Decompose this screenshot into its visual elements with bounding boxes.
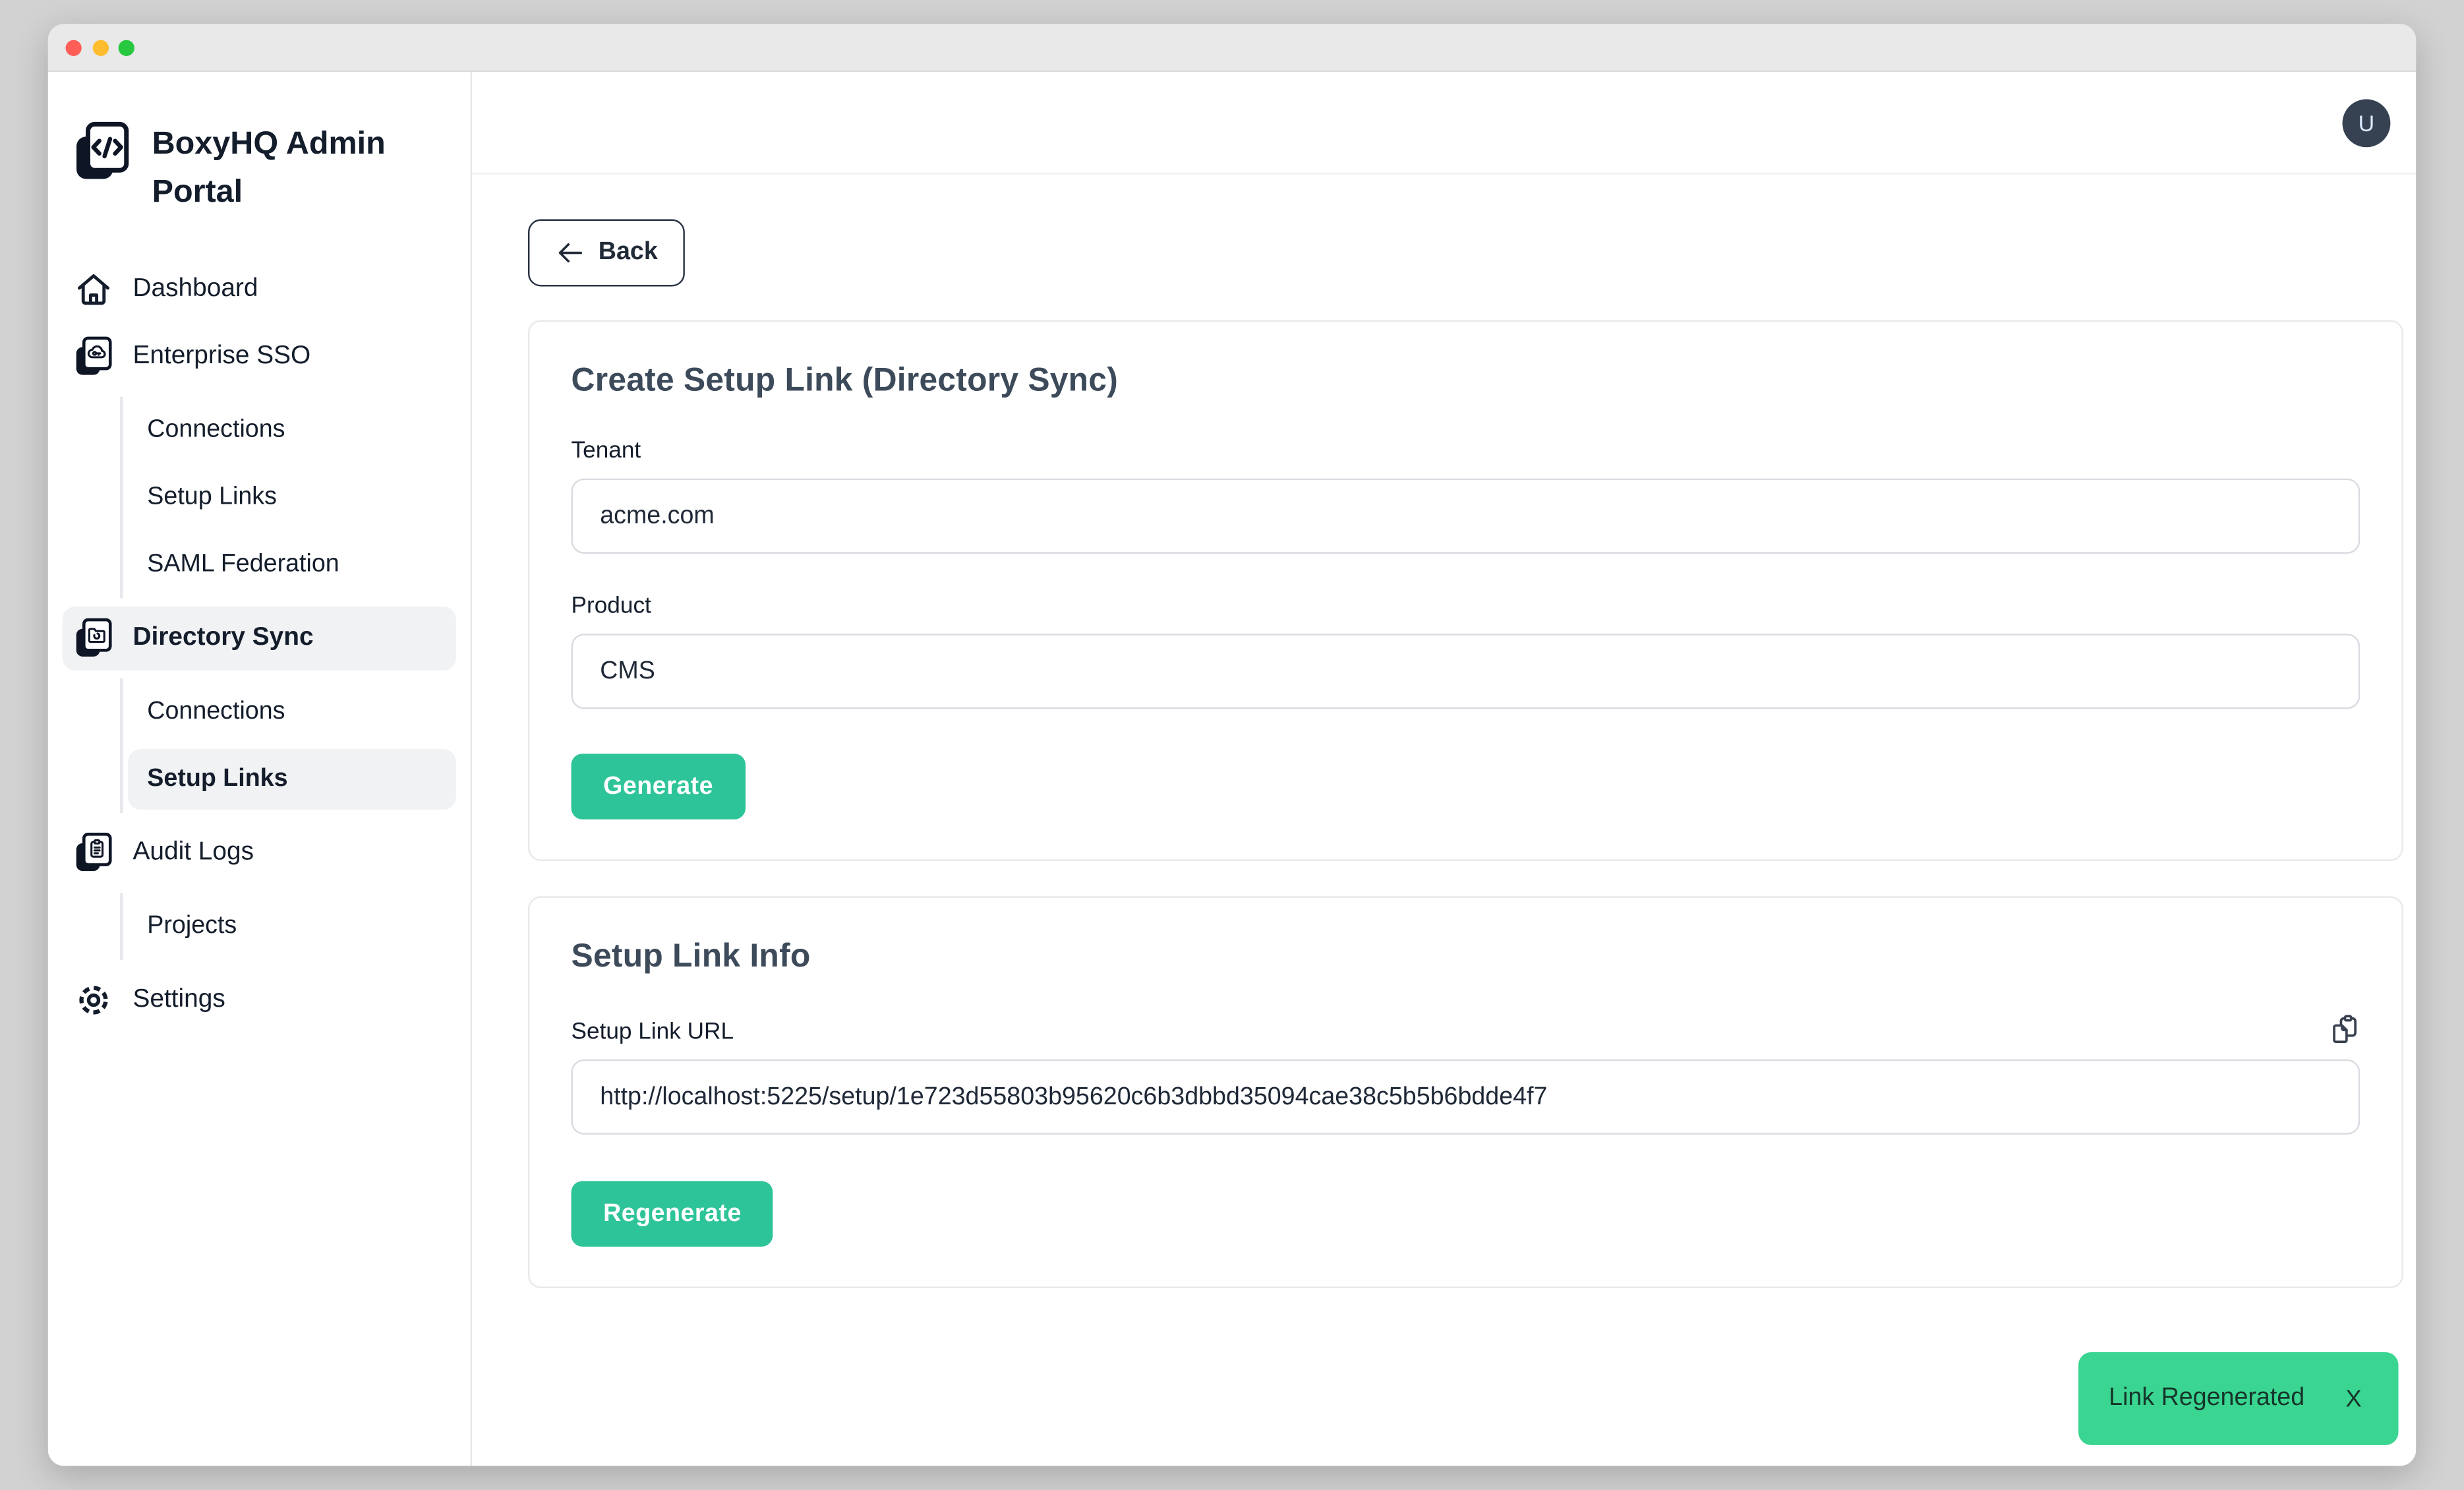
sidebar-item-dsync-connections[interactable]: Connections (128, 682, 456, 742)
toast-message: Link Regenerated (2109, 1385, 2304, 1414)
sidebar-item-directory-sync[interactable]: Directory Sync (63, 607, 456, 670)
boxyhq-logo-icon (74, 120, 131, 184)
settings-gear-icon (74, 981, 114, 1019)
product-input[interactable] (572, 634, 2361, 709)
traffic-light-minimize-icon[interactable] (92, 39, 108, 55)
sidebar-item-sso-connections[interactable]: Connections (128, 400, 456, 461)
window-body: BoxyHQ Admin Portal Dashboard (48, 72, 2416, 1466)
sidebar-item-label: Connections (147, 698, 285, 727)
sidebar-item-label: Connections (147, 416, 285, 445)
tenant-label: Tenant (572, 438, 2361, 464)
sidebar-item-label: Directory Sync (132, 624, 313, 653)
sidebar-item-settings[interactable]: Settings (63, 968, 456, 1032)
back-arrow-icon (555, 239, 584, 268)
sidebar-item-audit-logs[interactable]: Audit Logs (63, 821, 456, 885)
sidebar-item-label: SAML Federation (147, 551, 339, 580)
setup-link-url-input[interactable] (572, 1059, 2361, 1135)
setup-link-info-card: Setup Link Info Setup Link URL (528, 896, 2403, 1288)
sidebar-item-sso-setup-links[interactable]: Setup Links (128, 467, 456, 528)
avatar-initial: U (2359, 109, 2375, 135)
card-title: Create Setup Link (Directory Sync) (572, 362, 2361, 400)
sidebar-item-projects[interactable]: Projects (128, 896, 456, 957)
copy-icon (2330, 1015, 2360, 1045)
product-label: Product (572, 594, 2361, 620)
app-window: BoxyHQ Admin Portal Dashboard (48, 24, 2416, 1466)
traffic-light-close-icon[interactable] (66, 39, 82, 55)
desktop-background: BoxyHQ Admin Portal Dashboard (0, 0, 2464, 1490)
brand[interactable]: BoxyHQ Admin Portal (63, 113, 456, 216)
enterprise-sso-subnav: Connections Setup Links SAML Federation (120, 397, 456, 599)
sidebar-nav: Dashboard Enterprise SSO (63, 258, 456, 1036)
toast-close-button[interactable]: X (2345, 1385, 2361, 1412)
sidebar: BoxyHQ Admin Portal Dashboard (48, 72, 472, 1466)
back-button-label: Back (599, 239, 658, 268)
directory-sync-icon (74, 618, 114, 659)
top-header: U (472, 72, 2416, 174)
sidebar-item-label: Audit Logs (132, 839, 254, 868)
sidebar-item-saml-federation[interactable]: SAML Federation (128, 535, 456, 595)
sidebar-item-enterprise-sso[interactable]: Enterprise SSO (63, 325, 456, 389)
enterprise-sso-icon (74, 336, 114, 378)
regenerate-button[interactable]: Regenerate (572, 1181, 774, 1247)
traffic-light-zoom-icon[interactable] (119, 39, 134, 55)
sidebar-item-label: Projects (147, 912, 237, 941)
back-button[interactable]: Back (528, 220, 685, 287)
card-title: Setup Link Info (572, 938, 2361, 976)
audit-logs-subnav: Projects (120, 893, 456, 960)
tenant-input[interactable] (572, 479, 2361, 554)
setup-link-url-label: Setup Link URL (572, 1019, 734, 1045)
copy-url-button[interactable] (2330, 1015, 2360, 1045)
setup-link-url-row: Setup Link URL (572, 1015, 2361, 1045)
sidebar-item-dashboard[interactable]: Dashboard (63, 258, 456, 322)
directory-sync-subnav: Connections Setup Links (120, 678, 456, 813)
sidebar-item-dsync-setup-links[interactable]: Setup Links (128, 749, 456, 810)
audit-logs-icon (74, 832, 114, 874)
sidebar-item-label: Setup Links (147, 483, 277, 512)
generate-button[interactable]: Generate (572, 754, 746, 820)
brand-title: BoxyHQ Admin Portal (152, 120, 396, 216)
window-titlebar (48, 24, 2416, 72)
sidebar-item-label: Setup Links (147, 765, 287, 794)
toast-link-regenerated: Link Regenerated X (2078, 1352, 2398, 1445)
sidebar-item-label: Settings (132, 986, 225, 1015)
home-icon (74, 270, 114, 309)
sidebar-item-label: Enterprise SSO (132, 342, 310, 371)
main-area: U Back Create Setup Link (Directory Sync… (472, 72, 2416, 1466)
sidebar-item-label: Dashboard (132, 275, 258, 304)
page-content: Back Create Setup Link (Directory Sync) … (472, 175, 2416, 1324)
avatar[interactable]: U (2343, 98, 2391, 146)
create-setup-link-card: Create Setup Link (Directory Sync) Tenan… (528, 320, 2403, 860)
